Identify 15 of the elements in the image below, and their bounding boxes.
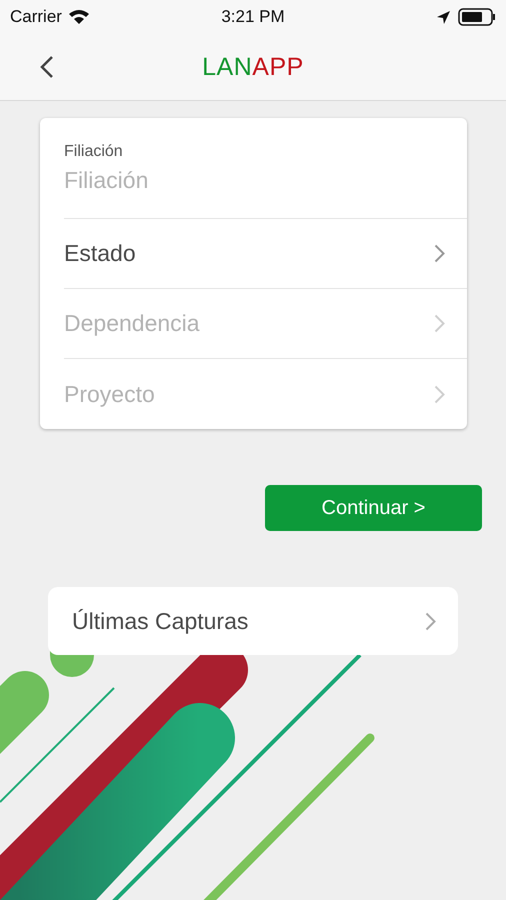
wifi-icon [68,9,90,25]
clock: 3:21 PM [221,7,285,27]
battery-icon [458,8,496,26]
continue-button[interactable]: Continuar > [265,485,482,531]
location-icon [437,10,450,24]
chevron-icon [434,384,445,404]
field-label: Filiación [64,142,123,160]
carrier-label: Carrier [10,7,62,27]
chevron-icon [434,244,445,263]
chevron-icon [434,314,445,333]
back-icon [40,55,54,79]
app-logo: LANAPP [202,52,304,82]
recent-captures-button[interactable]: Últimas Capturas [48,587,458,655]
chevron-icon [425,612,436,630]
select-row[interactable]: Estado [64,219,467,289]
